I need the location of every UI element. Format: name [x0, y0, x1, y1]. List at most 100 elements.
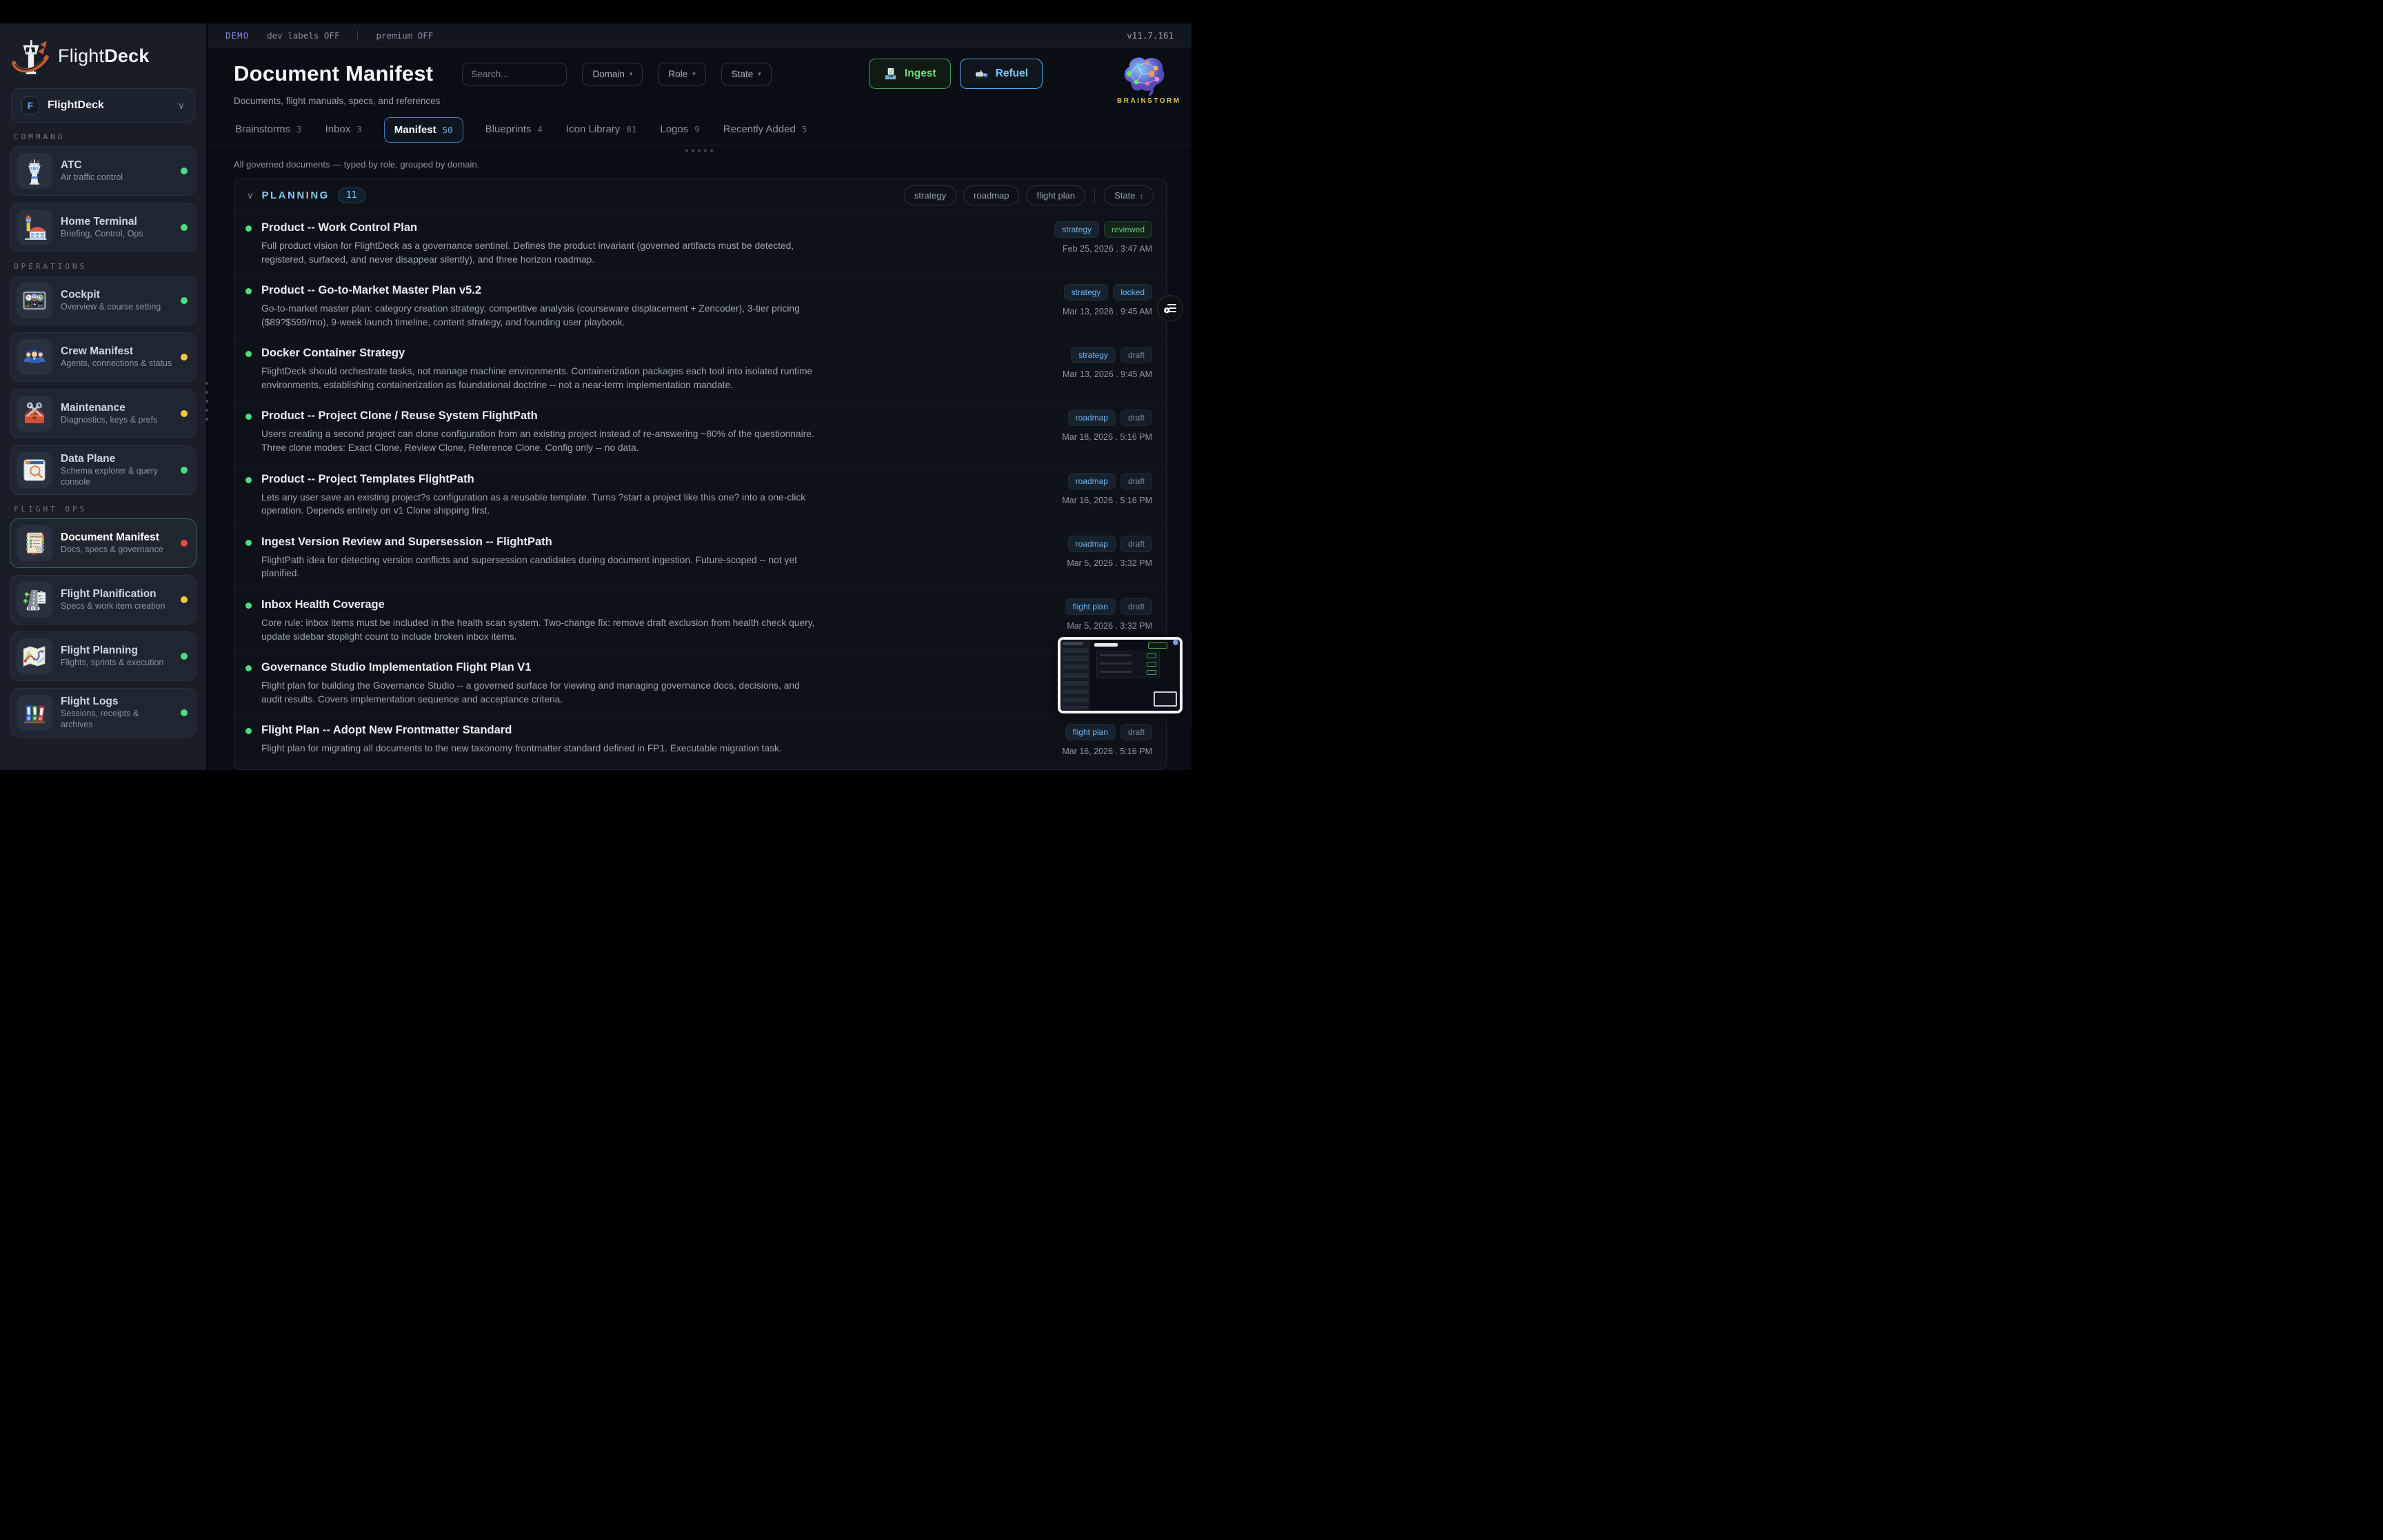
sidebar-resize-handle[interactable] [205, 381, 210, 425]
state-filter-button[interactable]: State▾ [721, 63, 772, 85]
sidebar-item-home-terminal[interactable]: Home Terminal Briefing, Control, Ops [10, 203, 197, 252]
sidebar-group-operations: OPERATIONS [14, 262, 197, 271]
document-title: Product -- Project Templates FlightPath [261, 473, 976, 486]
svg-text:MANIFEST: MANIFEST [30, 535, 43, 538]
refuel-button[interactable]: Refuel [960, 59, 1043, 89]
sidebar-item-flight-planification[interactable]: Flight Planification Specs & work item c… [10, 575, 197, 625]
sidebar: FlightDeck F FlightDeck ∨ COMMAND [0, 23, 207, 770]
document-title: Product -- Go-to-Market Master Plan v5.2 [261, 284, 976, 297]
document-row[interactable]: Governance Studio Implementation Flight … [234, 652, 1166, 715]
tag-badge[interactable]: roadmap [1068, 473, 1116, 489]
premium-toggle[interactable]: premium OFF [376, 30, 433, 41]
sidebar-item-flight-logs[interactable]: LOGS LOGS LOGS Flight Logs Sessions, rec… [10, 688, 197, 738]
tag-badge[interactable]: roadmap [1068, 536, 1116, 552]
sidebar-item-flight-planning[interactable]: Flight Planning Flights, sprints & execu… [10, 631, 197, 681]
status-dot [181, 168, 188, 174]
document-title: Product -- Work Control Plan [261, 221, 976, 234]
tag-badge[interactable]: draft [1120, 473, 1152, 489]
sidebar-item-document-manifest[interactable]: MANIFEST Document Manifest Docs, specs &… [10, 518, 197, 568]
main-content: DEMO dev labels OFF premium OFF v11.7.16… [208, 23, 1192, 770]
document-title: Ingest Version Review and Supersession -… [261, 536, 976, 549]
document-row[interactable]: Flight Plan -- Adopt New Frontmatter Sta… [234, 715, 1166, 765]
tag-badge[interactable]: draft [1120, 598, 1152, 615]
tab-bar: Brainstorms 3 Inbox 3 Manifest 50 Bluepr… [208, 106, 1192, 145]
tag-badge[interactable]: strategy [1054, 221, 1099, 238]
tab[interactable]: Icon Library 81 [565, 117, 638, 145]
status-dot [181, 709, 188, 716]
document-date: Mar 13, 2026 . 9:45 AM [1063, 307, 1152, 316]
playlist-icon [1163, 301, 1178, 316]
app-preview-thumbnail[interactable] [1058, 637, 1183, 713]
document-description: FlightPath idea for detecting version co… [261, 554, 820, 580]
document-date: Mar 16, 2026 . 5:16 PM [1062, 747, 1152, 756]
document-row[interactable]: Ingest Version Review and Supersession -… [234, 527, 1166, 589]
tab[interactable]: Manifest 50 [384, 117, 463, 143]
tag-badge[interactable]: draft [1120, 347, 1152, 363]
chip-strategy[interactable]: strategy [904, 185, 956, 205]
tag-badge[interactable]: strategy [1071, 347, 1116, 363]
section-title: PLANNING [262, 190, 330, 201]
document-row[interactable]: Inbox Health Coverage Core rule: inbox i… [234, 589, 1166, 652]
sidebar-item-data-plane[interactable]: Data Plane Schema explorer & query conso… [10, 445, 197, 495]
tab[interactable]: Recently Added 5 [722, 117, 809, 145]
document-row[interactable]: Flight Plan -- Rewrite Ingest Interpreta… [234, 765, 1166, 770]
list-view-toggle-button[interactable] [1157, 295, 1183, 321]
document-description: Flight plan for migrating all documents … [261, 742, 820, 756]
tag-badge[interactable]: draft [1120, 724, 1152, 740]
tab[interactable]: Logos 9 [658, 117, 701, 145]
document-description: Flight plan for building the Governance … [261, 679, 820, 706]
manifest-book-icon: MANIFEST [17, 525, 52, 561]
brain-network-icon [1117, 53, 1168, 96]
document-description: Users creating a second project can clon… [261, 427, 820, 454]
tag-badge[interactable]: locked [1113, 284, 1152, 301]
document-title: Inbox Health Coverage [261, 598, 976, 611]
sidebar-item-atc[interactable]: ATC Air traffic control [10, 146, 197, 196]
document-row[interactable]: Product -- Project Clone / Reuse System … [234, 401, 1166, 463]
tag-badge[interactable]: reviewed [1104, 221, 1152, 238]
collapse-chevron-icon[interactable]: ∨ [247, 190, 254, 201]
workspace-selector[interactable]: F FlightDeck ∨ [11, 88, 195, 123]
chip-flight-plan[interactable]: flight plan [1026, 185, 1085, 205]
document-row[interactable]: Docker Container Strategy FlightDeck sho… [234, 338, 1166, 401]
tab[interactable]: Blueprints 4 [484, 117, 544, 145]
runway-clipboard-icon [17, 582, 52, 618]
tag-badge[interactable]: roadmap [1068, 409, 1116, 426]
role-filter-button[interactable]: Role▾ [658, 63, 705, 85]
tag-badge[interactable]: strategy [1064, 284, 1109, 301]
domain-filter-button[interactable]: Domain▾ [582, 63, 643, 85]
document-row[interactable]: Product -- Work Control Plan Full produc… [234, 213, 1166, 275]
tag-badge[interactable]: flight plan [1065, 598, 1116, 615]
tag-badge[interactable]: draft [1120, 409, 1152, 426]
crew-icon [17, 339, 52, 375]
sidebar-item-crew-manifest[interactable]: Crew Manifest Agents, connections & stat… [10, 332, 197, 382]
chip-roadmap[interactable]: roadmap [963, 185, 1019, 205]
app-logo: FlightDeck [10, 30, 197, 85]
dev-labels-toggle[interactable]: dev labels OFF [267, 30, 339, 41]
chevron-down-icon: ∨ [178, 100, 185, 112]
brand-name: FlightDeck [58, 45, 150, 67]
document-date: Mar 5, 2026 . 3:32 PM [1067, 621, 1152, 631]
tab[interactable]: Brainstorms 3 [234, 117, 303, 145]
document-row[interactable]: Product -- Project Templates FlightPath … [234, 464, 1166, 527]
document-title: Product -- Project Clone / Reuse System … [261, 409, 976, 423]
demo-badge: DEMO [225, 30, 249, 41]
sidebar-item-maintenance[interactable]: Maintenance Diagnostics, keys & prefs [10, 389, 197, 438]
divider [357, 30, 358, 40]
fuel-truck-icon [974, 67, 989, 81]
status-dot [245, 288, 252, 294]
tag-badge[interactable]: flight plan [1065, 724, 1116, 740]
panel-resize-handle[interactable] [208, 145, 1192, 155]
status-dot [181, 410, 188, 417]
tab[interactable]: Inbox 3 [324, 117, 363, 145]
search-input[interactable] [462, 63, 567, 85]
status-dot [245, 225, 252, 232]
caret-down-icon: ▾ [630, 70, 633, 78]
ingest-button[interactable]: Ingest [869, 59, 951, 89]
thumbnail-content [1060, 640, 1180, 711]
status-dot [181, 354, 188, 361]
tag-badge[interactable]: draft [1120, 536, 1152, 552]
status-dot [245, 602, 252, 609]
document-row[interactable]: Product -- Go-to-Market Master Plan v5.2… [234, 275, 1166, 338]
sidebar-item-cockpit[interactable]: 00:00 Cockpit Overview & course setting [10, 276, 197, 325]
state-sort-button[interactable]: State↕ [1104, 185, 1154, 205]
